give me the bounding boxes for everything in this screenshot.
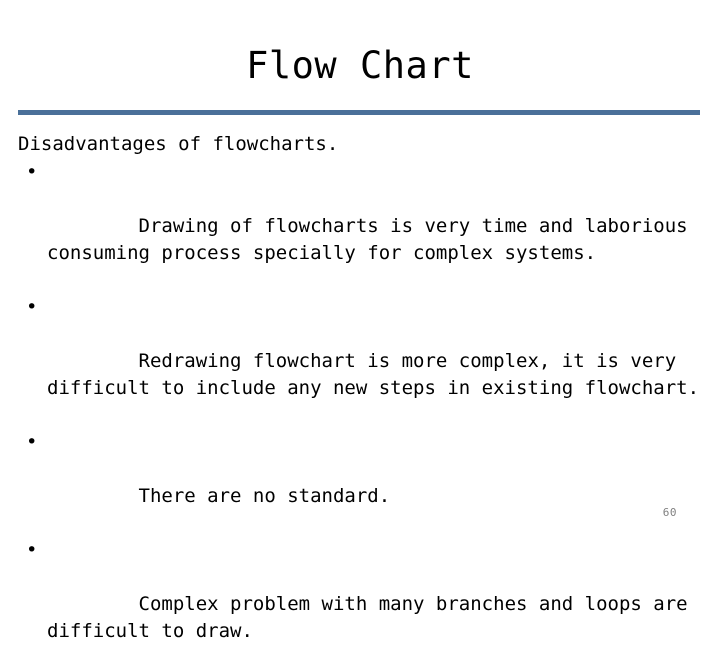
list-item: • There are no standard. — [18, 429, 708, 537]
list-item: • Drawing of flowcharts is very time and… — [18, 159, 708, 294]
slide: Flow Chart Disadvantages of flowcharts. … — [0, 0, 720, 642]
bullet-point-icon: • — [26, 296, 38, 318]
bullet-point-icon: • — [26, 431, 38, 453]
lead-line: Disadvantages of flowcharts. — [18, 133, 339, 155]
slide-body: Disadvantages of flowcharts. • Drawing o… — [18, 131, 708, 672]
list-item-text: There are no standard. — [138, 485, 391, 507]
list-item-text: Complex problem with many branches and l… — [47, 593, 700, 642]
list-item-text: Drawing of flowcharts is very time and l… — [47, 215, 700, 264]
title-divider-rule — [18, 110, 700, 115]
bullet-point-icon: • — [26, 161, 38, 183]
list-item: • Complex problem with many branches and… — [18, 537, 708, 672]
list-item: • Redrawing flowchart is more complex, i… — [18, 294, 708, 429]
bullet-list: • Drawing of flowcharts is very time and… — [18, 159, 708, 672]
list-item-text: Redrawing flowchart is more complex, it … — [47, 350, 700, 399]
page-number: 60 — [662, 506, 677, 519]
page-title: Flow Chart — [246, 44, 474, 87]
bullet-point-icon: • — [26, 539, 38, 561]
